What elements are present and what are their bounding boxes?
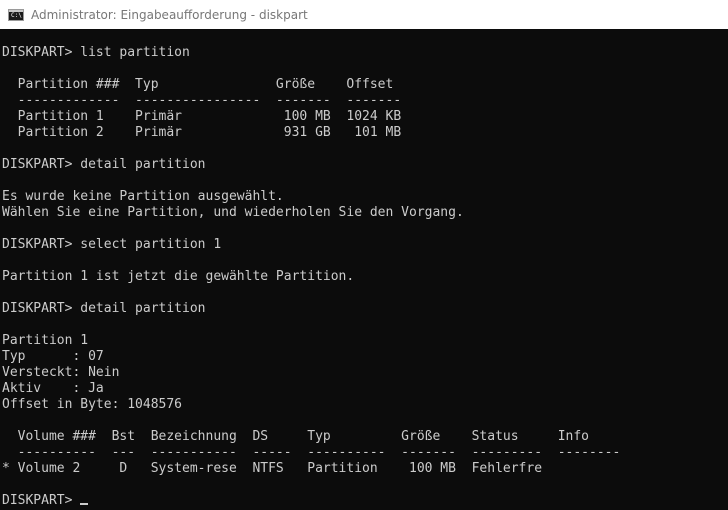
console-output[interactable]: DISKPART> list partition Partition ### T… — [0, 29, 728, 510]
console-window: C:\ Administrator: Eingabeaufforderung -… — [0, 0, 728, 510]
console-line: Aktiv : Ja — [2, 381, 104, 396]
console-line: Es wurde keine Partition ausgewählt. — [2, 189, 284, 204]
text-cursor — [80, 503, 89, 505]
console-line: ------------- ---------------- ------- -… — [2, 93, 402, 108]
console-line: Offset in Byte: 1048576 — [2, 397, 183, 412]
console-line: Typ : 07 — [2, 349, 104, 364]
console-line: Partition 1 Primär 100 MB 1024 KB — [2, 109, 402, 124]
console-line: Partition 1 — [2, 333, 89, 348]
console-lines: DISKPART> list partition Partition ### T… — [2, 45, 620, 509]
console-line: Volume ### Bst Bezeichnung DS Typ Größe … — [2, 429, 589, 444]
console-line: Partition 1 ist jetzt die gewählte Parti… — [2, 269, 355, 284]
console-line: Wählen Sie eine Partition, und wiederhol… — [2, 205, 464, 220]
console-line: Partition 2 Primär 931 GB 101 MB — [2, 125, 402, 140]
console-line: Partition ### Typ Größe Offset — [2, 77, 394, 92]
console-line: * Volume 2 D System-rese NTFS Partition … — [2, 461, 543, 476]
cmd-icon: C:\ — [8, 8, 24, 21]
console-prompt-line[interactable]: DISKPART> — [2, 493, 620, 509]
console-line: Versteckt: Nein — [2, 365, 120, 380]
console-line: DISKPART> detail partition — [2, 157, 206, 172]
title-bar[interactable]: C:\ Administrator: Eingabeaufforderung -… — [0, 0, 728, 29]
console-prompt: DISKPART> — [2, 493, 81, 508]
console-line: ---------- --- ----------- ----- -------… — [2, 445, 621, 460]
cmd-icon-prompt: C:\ — [11, 11, 22, 19]
console-line: DISKPART> list partition — [2, 45, 190, 60]
console-line: DISKPART> select partition 1 — [2, 237, 222, 252]
window-title: Administrator: Eingabeaufforderung - dis… — [31, 7, 308, 22]
console-line: DISKPART> detail partition — [2, 301, 206, 316]
